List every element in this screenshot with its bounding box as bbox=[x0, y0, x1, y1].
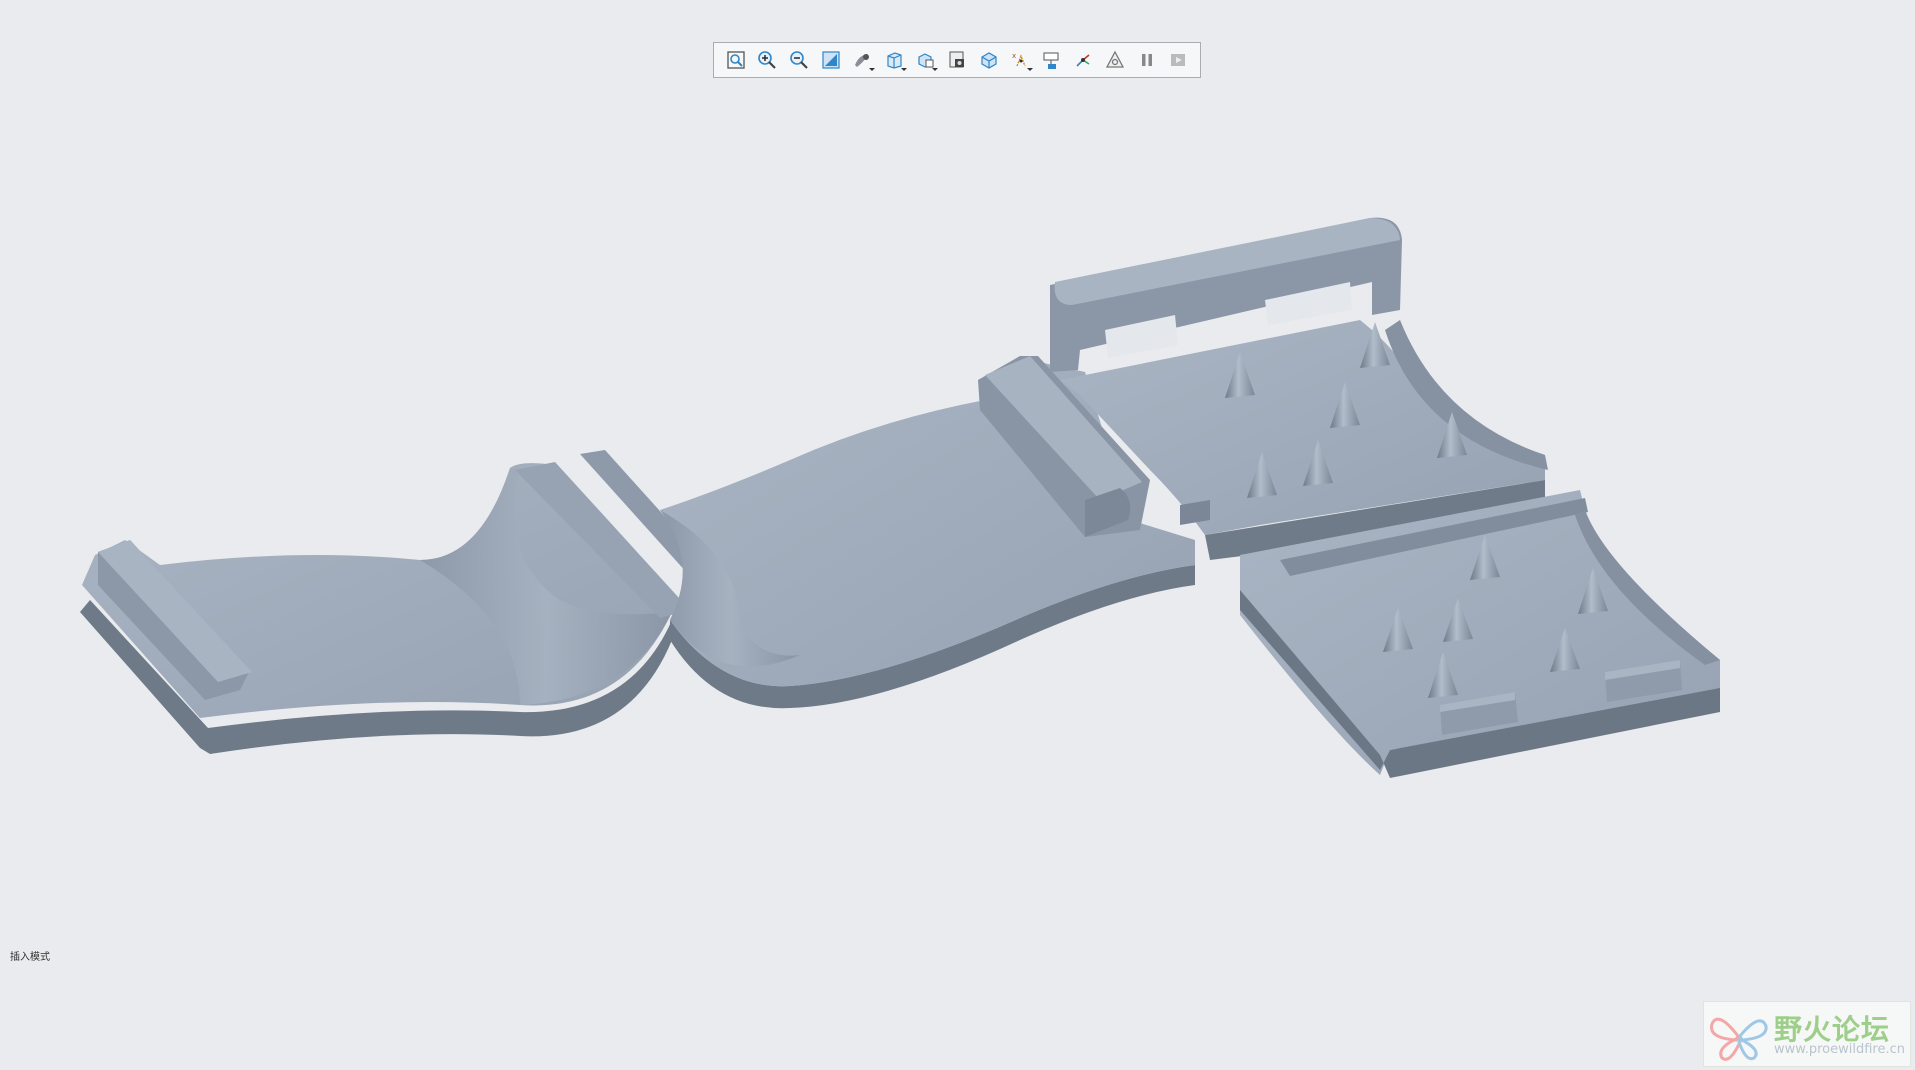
svg-text:x: x bbox=[1012, 52, 1016, 60]
graphics-window[interactable]: x 插入模式 野火论坛 www.proewildfire.cn bbox=[0, 0, 1915, 1070]
part-model[interactable] bbox=[0, 0, 1915, 1070]
mode-status-text: 插入模式 bbox=[10, 952, 50, 963]
watermark-url: www.proewildfire.cn bbox=[1774, 1042, 1905, 1057]
spin-center-button[interactable] bbox=[1068, 45, 1100, 75]
repaint-button[interactable] bbox=[815, 45, 847, 75]
refit-icon bbox=[727, 51, 745, 69]
perspective-view-icon bbox=[949, 51, 964, 68]
datum-display-button[interactable]: x bbox=[1004, 45, 1036, 75]
analysis-icon bbox=[1105, 50, 1125, 68]
annotation-display-button[interactable] bbox=[1036, 45, 1068, 75]
watermark: 野火论坛 www.proewildfire.cn bbox=[1703, 1001, 1911, 1067]
saved-orientations-button[interactable] bbox=[878, 45, 910, 75]
graphics-toolbar: x bbox=[713, 42, 1201, 78]
pause-button[interactable] bbox=[1131, 45, 1163, 75]
left-tray bbox=[80, 450, 740, 754]
refit-button[interactable] bbox=[720, 45, 752, 75]
section-button[interactable] bbox=[973, 45, 1005, 75]
zoom-in-button[interactable] bbox=[752, 45, 784, 75]
analysis-button[interactable] bbox=[1099, 45, 1131, 75]
next-icon bbox=[1171, 54, 1186, 66]
zoom-out-icon bbox=[790, 51, 808, 69]
pause-icon bbox=[1141, 54, 1152, 66]
section-icon bbox=[980, 52, 997, 69]
view-manager-button[interactable] bbox=[910, 45, 942, 75]
next-button[interactable] bbox=[1162, 45, 1194, 75]
spin-center-icon bbox=[1076, 54, 1090, 67]
zoom-in-icon bbox=[758, 51, 777, 69]
butterfly-logo-icon bbox=[1710, 1017, 1768, 1061]
annotation-display-icon bbox=[1043, 52, 1059, 69]
display-style-button[interactable] bbox=[846, 45, 878, 75]
repaint-icon bbox=[821, 51, 840, 69]
perspective-view-button[interactable] bbox=[941, 45, 973, 75]
zoom-out-button[interactable] bbox=[783, 45, 815, 75]
